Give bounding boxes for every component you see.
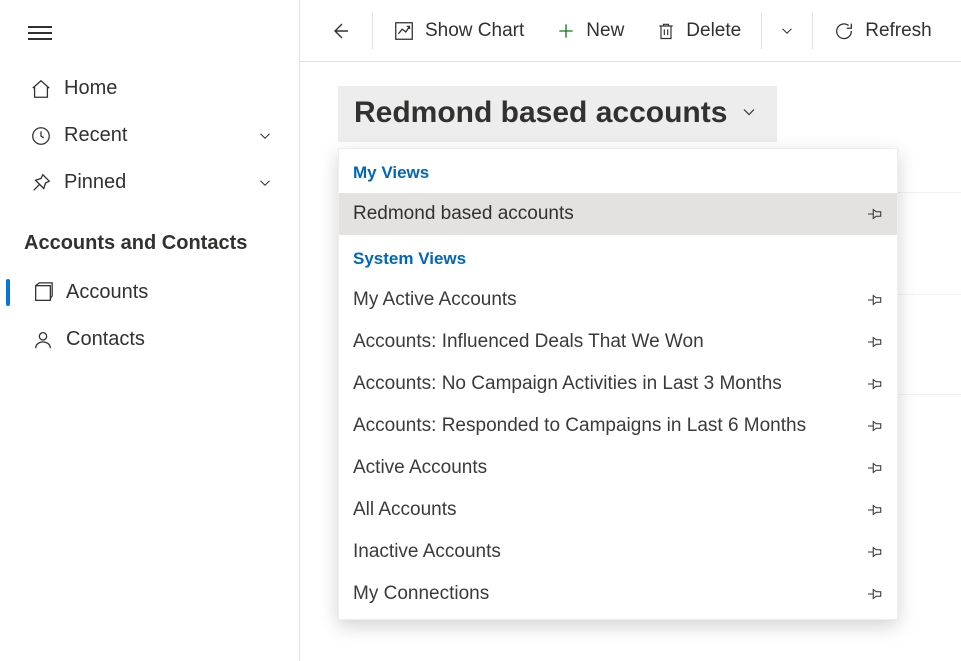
dropdown-item[interactable]: My Active Accounts — [339, 279, 897, 321]
pin-icon[interactable] — [865, 291, 883, 309]
pin-icon[interactable] — [865, 375, 883, 393]
sidebar-item-accounts[interactable]: Accounts — [0, 269, 299, 316]
cmd-label: Refresh — [865, 20, 932, 42]
chart-icon — [393, 20, 415, 42]
dropdown-group-system-views: System Views — [339, 235, 897, 279]
sidebar-item-contacts[interactable]: Contacts — [0, 316, 299, 363]
sidebar-item-label: Accounts — [60, 281, 148, 304]
pin-icon[interactable] — [865, 543, 883, 561]
dropdown-item-label: Accounts: Influenced Deals That We Won — [353, 331, 865, 353]
command-bar: Show Chart New Delete — [300, 0, 961, 62]
home-icon — [24, 78, 58, 100]
chevron-down-icon — [778, 22, 796, 40]
chevron-down-icon — [251, 127, 279, 145]
sidebar-section-header: Accounts and Contacts — [0, 206, 299, 269]
trash-icon — [656, 20, 676, 42]
pin-icon[interactable] — [865, 501, 883, 519]
refresh-icon — [833, 20, 855, 42]
dropdown-group-my-views: My Views — [339, 149, 897, 193]
nav-recent[interactable]: Recent — [0, 112, 299, 159]
cmd-label: Show Chart — [425, 20, 524, 42]
pin-icon — [24, 172, 58, 194]
back-button[interactable] — [314, 0, 366, 62]
separator — [812, 13, 813, 49]
dropdown-item-label: Redmond based accounts — [353, 203, 865, 225]
overflow-chevron-button[interactable] — [768, 0, 806, 62]
view-selector-label: Redmond based accounts — [354, 96, 727, 130]
cmd-label: Delete — [686, 20, 741, 42]
new-button[interactable]: New — [542, 0, 638, 62]
view-selector[interactable]: Redmond based accounts — [338, 86, 777, 142]
pin-icon[interactable] — [865, 459, 883, 477]
dropdown-item-label: Accounts: No Campaign Activities in Last… — [353, 373, 865, 395]
nav-label: Pinned — [58, 171, 251, 194]
view-dropdown: My Views Redmond based accounts System V… — [338, 148, 898, 620]
dropdown-item-label: My Active Accounts — [353, 289, 865, 311]
pin-icon[interactable] — [865, 585, 883, 603]
chevron-down-icon — [251, 174, 279, 192]
sidebar-item-label: Contacts — [60, 328, 145, 351]
dropdown-item[interactable]: Inactive Accounts — [339, 531, 897, 573]
pin-icon[interactable] — [865, 205, 883, 223]
show-chart-button[interactable]: Show Chart — [379, 0, 538, 62]
person-icon — [26, 329, 60, 351]
dropdown-item[interactable]: Accounts: No Campaign Activities in Last… — [339, 363, 897, 405]
dropdown-item-label: Inactive Accounts — [353, 541, 865, 563]
dropdown-item[interactable]: Accounts: Responded to Campaigns in Last… — [339, 405, 897, 447]
dropdown-item-label: All Accounts — [353, 499, 865, 521]
dropdown-item[interactable]: All Accounts — [339, 489, 897, 531]
hamburger-menu-icon[interactable] — [28, 22, 52, 40]
nav-label: Recent — [58, 124, 251, 147]
chevron-down-icon — [739, 96, 759, 130]
dropdown-item[interactable]: Redmond based accounts — [339, 193, 897, 235]
pin-icon[interactable] — [865, 333, 883, 351]
plus-icon — [556, 21, 576, 41]
pin-icon[interactable] — [865, 417, 883, 435]
nav-home[interactable]: Home — [0, 65, 299, 112]
dropdown-item-label: My Connections — [353, 583, 865, 605]
dropdown-item[interactable]: My Connections — [339, 573, 897, 615]
dropdown-item[interactable]: Accounts: Influenced Deals That We Won — [339, 321, 897, 363]
cmd-label: New — [586, 20, 624, 42]
nav-pinned[interactable]: Pinned — [0, 159, 299, 206]
accounts-icon — [26, 282, 60, 304]
nav-label: Home — [58, 77, 279, 100]
clock-icon — [24, 125, 58, 147]
back-arrow-icon — [328, 19, 352, 43]
refresh-button[interactable]: Refresh — [819, 0, 946, 62]
separator — [761, 13, 762, 49]
separator — [372, 13, 373, 49]
dropdown-item-label: Active Accounts — [353, 457, 865, 479]
dropdown-item[interactable]: Active Accounts — [339, 447, 897, 489]
delete-button[interactable]: Delete — [642, 0, 755, 62]
dropdown-item-label: Accounts: Responded to Campaigns in Last… — [353, 415, 865, 437]
